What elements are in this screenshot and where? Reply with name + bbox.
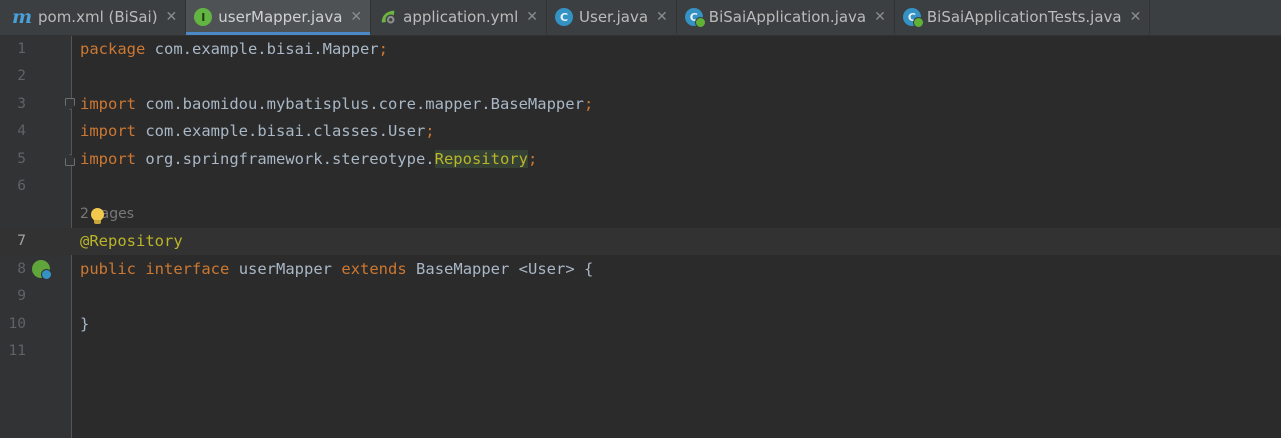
- tab-label: User.java: [579, 8, 649, 26]
- package-name: com.example.bisai.Mapper: [145, 40, 379, 58]
- class-icon: C: [555, 8, 574, 26]
- tab-user-java[interactable]: C User.java ✕: [547, 0, 677, 34]
- line-number: 10: [8, 316, 26, 332]
- code-line[interactable]: 2: [0, 63, 1281, 90]
- keyword: import: [80, 95, 136, 113]
- close-icon[interactable]: ✕: [166, 9, 178, 25]
- tab-label: pom.xml (BiSai): [38, 8, 158, 26]
- keyword: interface: [145, 260, 230, 278]
- code-text[interactable]: import org.springframework.stereotype.Re…: [80, 146, 537, 173]
- close-icon[interactable]: ✕: [526, 9, 538, 25]
- keyword: extends: [341, 260, 407, 278]
- highlighted-usage: Repository: [434, 150, 528, 168]
- tab-label: userMapper.java: [218, 8, 343, 26]
- code-line[interactable]: 8 public interface userMapper extends Ba…: [0, 256, 1281, 283]
- line-number: 4: [17, 123, 26, 139]
- fold-marker-icon[interactable]: [65, 98, 75, 110]
- code-line[interactable]: 3 import com.baomidou.mybatisplus.core.m…: [0, 91, 1281, 118]
- tab-usermapper-java[interactable]: I userMapper.java ✕: [186, 0, 372, 35]
- line-number: 11: [8, 343, 26, 359]
- tab-application-yml[interactable]: application.yml ✕: [371, 0, 548, 34]
- lightbulb-icon[interactable]: [91, 208, 104, 224]
- semicolon: ;: [583, 95, 594, 113]
- code-text[interactable]: package com.example.bisai.Mapper;: [80, 36, 388, 63]
- code-line[interactable]: 11: [0, 338, 1281, 365]
- line-number: 5: [17, 151, 26, 167]
- annotation: @Repository: [80, 232, 183, 250]
- tab-pom-xml[interactable]: m pom.xml (BiSai) ✕: [0, 0, 187, 34]
- close-icon[interactable]: ✕: [874, 9, 886, 25]
- line-number: 9: [17, 288, 26, 304]
- tab-label: BiSaiApplicationTests.java: [926, 8, 1122, 26]
- keyword: import: [80, 122, 136, 140]
- code-text[interactable]: @Repository: [80, 228, 183, 255]
- maven-icon: m: [11, 6, 33, 28]
- code-editor[interactable]: 1 package com.example.bisai.Mapper; 2 3 …: [0, 36, 1281, 438]
- code-text[interactable]: public interface userMapper extends Base…: [80, 256, 593, 283]
- tab-label: BiSaiApplication.java: [708, 8, 867, 26]
- closing-brace: }: [80, 315, 90, 333]
- code-line[interactable]: 6: [0, 173, 1281, 200]
- code-line[interactable]: 5 import org.springframework.stereotype.…: [0, 146, 1281, 173]
- keyword: package: [80, 40, 146, 58]
- interface-name: userMapper: [238, 260, 333, 278]
- code-text[interactable]: import com.baomidou.mybatisplus.core.map…: [80, 91, 593, 118]
- close-icon[interactable]: ✕: [350, 9, 362, 25]
- line-number: 3: [17, 96, 26, 112]
- test-class-icon: C: [902, 8, 924, 28]
- supertype: BaseMapper <User> {: [416, 260, 594, 278]
- tab-label: application.yml: [403, 8, 519, 26]
- import-path: org.springframework.stereotype.: [136, 150, 435, 168]
- keyword: public: [80, 260, 136, 278]
- usages-hint[interactable]: 2 sages: [0, 201, 1281, 228]
- line-number: 6: [17, 178, 26, 194]
- spring-app-icon: C: [684, 8, 706, 28]
- tab-bisaiapplication-java[interactable]: C BiSaiApplication.java ✕: [677, 0, 895, 34]
- spring-config-icon: [379, 8, 397, 26]
- code-text[interactable]: }: [80, 311, 89, 338]
- tab-bisaiapplicationtests-java[interactable]: C BiSaiApplicationTests.java ✕: [895, 0, 1151, 34]
- semicolon: ;: [527, 150, 538, 168]
- editor-tab-bar: m pom.xml (BiSai) ✕ I userMapper.java ✕ …: [0, 0, 1281, 36]
- code-line-current[interactable]: 7 @Repository: [0, 228, 1281, 255]
- line-number: 8: [17, 261, 26, 277]
- semicolon: ;: [425, 122, 435, 140]
- spring-bean-icon[interactable]: [32, 260, 52, 280]
- import-path: com.baomidou.mybatisplus.core.mapper.Bas…: [136, 95, 584, 113]
- interface-icon: I: [194, 8, 213, 26]
- semicolon: ;: [378, 40, 388, 58]
- fold-marker-icon[interactable]: [65, 154, 75, 166]
- code-line[interactable]: 1 package com.example.bisai.Mapper;: [0, 36, 1281, 63]
- line-number: 2: [17, 68, 26, 84]
- usages-link[interactable]: 2 sages: [80, 201, 134, 228]
- close-icon[interactable]: ✕: [656, 9, 668, 25]
- code-line[interactable]: 9: [0, 283, 1281, 310]
- line-number: 1: [17, 41, 26, 57]
- code-text[interactable]: import com.example.bisai.classes.User;: [80, 118, 435, 145]
- code-line[interactable]: 10 }: [0, 311, 1281, 338]
- line-number: 7: [17, 233, 26, 249]
- keyword: import: [80, 150, 136, 168]
- close-icon[interactable]: ✕: [1130, 9, 1142, 25]
- code-line[interactable]: 4 import com.example.bisai.classes.User;: [0, 118, 1281, 145]
- import-path: com.example.bisai.classes.User: [136, 122, 426, 140]
